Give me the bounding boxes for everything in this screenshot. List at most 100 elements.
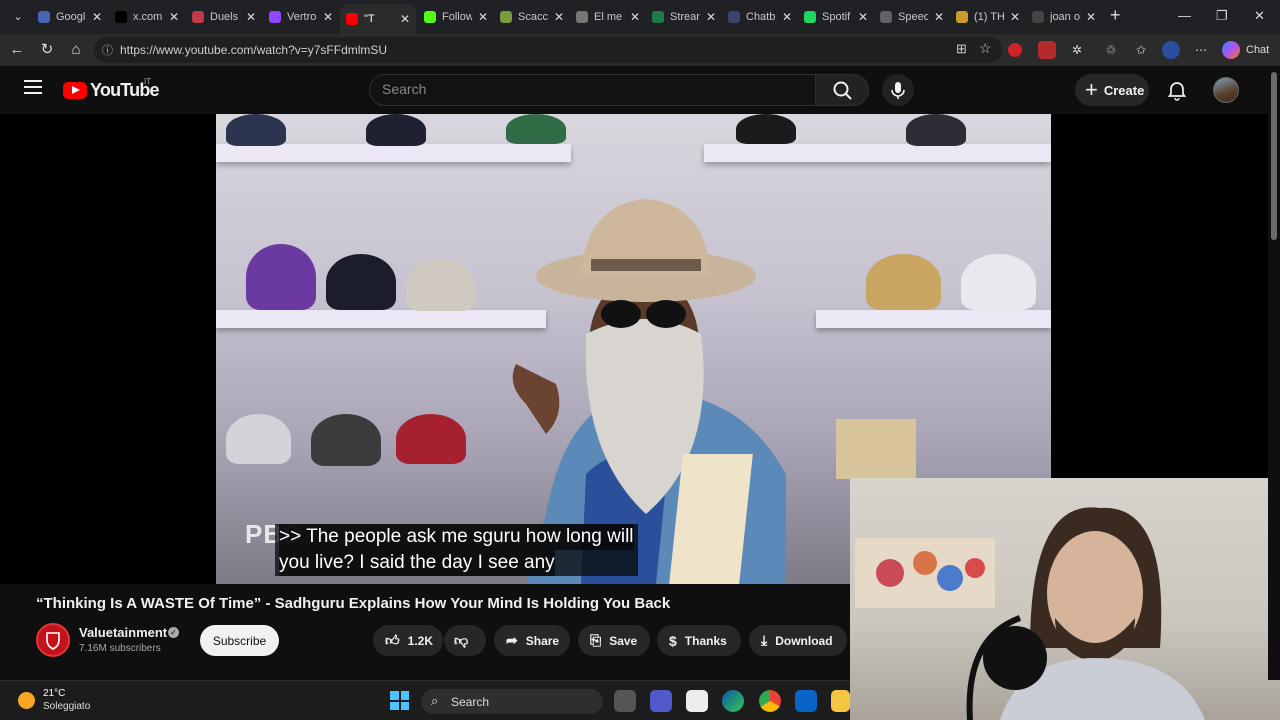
profile-icon[interactable] [1162,41,1180,59]
create-button[interactable]: + Create [1075,74,1149,106]
tab-close-icon[interactable]: ✕ [1010,10,1020,24]
favorites-icon[interactable]: ✩ [1132,41,1150,59]
tab-title: x.com [133,11,163,23]
minimize-icon[interactable]: — [1178,8,1191,23]
tab-favicon-icon [115,11,127,23]
tab-favicon-icon [346,13,358,25]
like-button[interactable]: 👍︎ 1.2K [373,625,443,656]
search-input[interactable] [382,81,802,97]
tab-favicon-icon [1032,11,1044,23]
thumbs-down-icon: 👎︎ [454,632,469,648]
search-button[interactable] [815,74,869,106]
outlook-icon[interactable] [795,690,817,712]
tab-title: joan o [1050,11,1080,23]
site-info-icon[interactable]: ⓘ [102,42,113,58]
cap [246,244,316,310]
reload-icon[interactable]: ↻ [37,40,57,60]
scroll-thumb[interactable] [1271,72,1277,240]
browser-tab[interactable]: Follow ✕ [418,4,494,30]
tab-close-icon[interactable]: ✕ [400,12,410,26]
voice-search-button[interactable] [882,74,914,106]
shelf [816,310,1051,328]
tab-close-icon[interactable]: ✕ [1086,10,1096,24]
tab-list-chevron-icon[interactable]: ⌄ [8,7,28,27]
windows-start-icon[interactable] [390,691,409,710]
task-view-icon[interactable] [614,690,636,712]
address-bar[interactable]: ⓘ https://www.youtube.com/watch?v=y7sFFd… [94,37,1002,63]
more-menu-icon[interactable]: ⋯ [1192,41,1210,59]
subscribe-button[interactable]: Subscribe [200,625,279,656]
file-explorer-icon[interactable] [831,690,850,712]
favorite-star-icon[interactable]: ☆ [979,40,992,57]
extensions-puzzle-icon[interactable]: ✲ [1068,41,1086,59]
browser-tab[interactable]: Speed ✕ [874,4,950,30]
home-icon[interactable]: ⌂ [66,40,86,60]
create-label: Create [1103,82,1145,98]
tab-favicon-icon [424,11,436,23]
tab-title: Stream [670,11,700,23]
browser-tab[interactable]: Scacc ✕ [494,4,570,30]
channel-name[interactable]: Valuetainment [79,625,167,640]
edge-icon[interactable] [722,690,744,712]
tab-favicon-icon [500,11,512,23]
download-label: Download [775,633,833,648]
tab-favicon-icon [38,11,50,23]
copilot-chat-button[interactable]: Chat [1222,41,1269,59]
browser-essentials-icon[interactable]: ♲ [1102,41,1120,59]
tab-close-icon[interactable]: ✕ [246,10,256,24]
chrome-icon[interactable] [759,690,781,712]
tab-title: Speed [898,11,928,23]
hamburger-menu-icon[interactable] [24,80,42,98]
download-button[interactable]: ⤓ Download [749,625,847,656]
account-avatar[interactable] [1213,77,1239,103]
browser-tab[interactable]: Googl ✕ [32,4,108,30]
tab-close-icon[interactable]: ✕ [934,10,944,24]
tab-close-icon[interactable]: ✕ [169,10,179,24]
page-scrollbar[interactable] [1268,66,1280,680]
browser-tab[interactable]: joan o ✕ [1026,4,1102,30]
tab-close-icon[interactable]: ✕ [92,10,102,24]
share-button[interactable]: ➦ Share [494,625,570,656]
weather-sun-icon[interactable] [18,692,35,709]
dislike-button[interactable]: 👎︎ [444,625,486,656]
browser-tab[interactable]: Vertro ✕ [263,4,339,30]
browser-tab[interactable]: El me ✕ [570,4,646,30]
teams-icon[interactable] [650,690,672,712]
store-icon[interactable] [686,690,708,712]
app-available-icon[interactable]: ⊞ [956,41,967,57]
weather-temperature[interactable]: 21°C [43,688,65,699]
verified-check-icon: ✓ [168,627,179,638]
channel-avatar[interactable] [36,623,70,657]
video-captions: >> The people ask me sguru how long will… [275,524,638,576]
back-icon[interactable]: ← [7,40,27,60]
tab-title: Vertro [287,11,317,23]
window-close-icon[interactable]: ✕ [1254,8,1265,24]
browser-tab[interactable]: (1) TH ✕ [950,4,1026,30]
tab-close-icon[interactable]: ✕ [782,10,792,24]
tab-close-icon[interactable]: ✕ [858,10,868,24]
maximize-icon[interactable]: ❐ [1216,8,1228,24]
tab-close-icon[interactable]: ✕ [478,10,488,24]
tab-close-icon[interactable]: ✕ [554,10,564,24]
notifications-bell-icon[interactable] [1166,79,1188,101]
extension-badge-icon[interactable] [1038,41,1056,59]
taskbar-search[interactable]: ⌕ Search [421,689,603,714]
tab-close-icon[interactable]: ✕ [323,10,333,24]
cap [736,114,796,144]
extension-shield-icon[interactable] [1008,43,1022,57]
new-tab-button[interactable]: + [1110,5,1121,26]
tab-close-icon[interactable]: ✕ [706,10,716,24]
browser-tab[interactable]: "T ✕ [340,4,416,34]
browser-tab[interactable]: Spotif ✕ [798,4,874,30]
microphone-icon [891,82,905,99]
tab-close-icon[interactable]: ✕ [630,10,640,24]
tab-favicon-icon [576,11,588,23]
browser-tab[interactable]: Stream ✕ [646,4,722,30]
thanks-button[interactable]: $ Thanks [657,625,741,656]
weather-description[interactable]: Soleggiato [43,701,90,712]
browser-tab[interactable]: Duels ✕ [186,4,262,30]
cap [866,254,941,310]
browser-tab[interactable]: x.com ✕ [109,4,185,30]
browser-tab[interactable]: Chatb ✕ [722,4,798,30]
save-button[interactable]: ⎘ Save [578,625,650,656]
